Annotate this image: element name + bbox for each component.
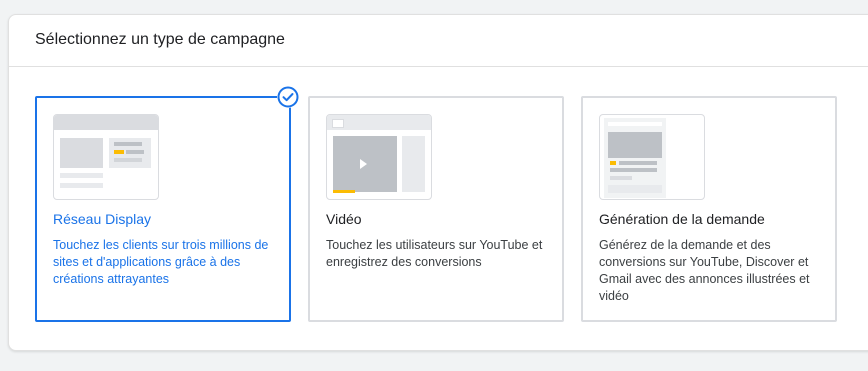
panel-title: Sélectionnez un type de campagne (35, 31, 285, 48)
card-title: Vidéo (326, 211, 362, 227)
card-description: Touchez les utilisateurs sur YouTube et … (326, 238, 543, 269)
card-title: Génération de la demande (599, 211, 765, 227)
display-preview-illustration (53, 114, 159, 200)
campaign-card-video[interactable]: Vidéo Touchez les utilisateurs sur YouTu… (308, 96, 564, 322)
check-circle-icon (277, 86, 299, 108)
campaign-card-demand-gen[interactable]: Génération de la demande Générez de la d… (581, 96, 837, 322)
header-divider (9, 66, 868, 67)
card-description: Touchez les clients sur trois millions d… (53, 238, 269, 286)
campaign-type-panel: Sélectionnez un type de campagne Réseau … (8, 14, 868, 351)
play-icon (360, 159, 367, 169)
card-description: Générez de la demande et des conversions… (599, 238, 810, 303)
campaign-card-display[interactable]: Réseau Display Touchez les clients sur t… (35, 86, 299, 322)
demand-gen-preview-illustration (599, 114, 705, 200)
video-preview-illustration (326, 114, 432, 200)
card-title: Réseau Display (53, 211, 152, 227)
